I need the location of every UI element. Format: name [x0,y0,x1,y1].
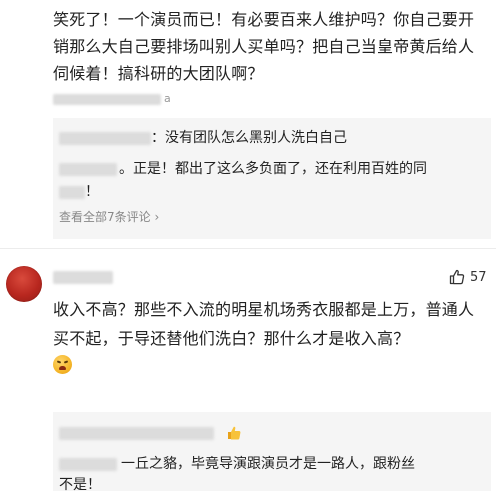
avatar[interactable] [6,266,42,302]
reply-item: 。正是！都出了这么多负面了，还在利用百姓的同 [59,158,427,180]
view-all-label: 查看全部7条评论 [59,210,151,224]
reply-item-continued: 不是！ [59,477,101,491]
reply-text: 。正是！都出了这么多负面了，还在利用百姓的同 [119,161,427,177]
blurred-username[interactable] [59,131,151,145]
view-all-replies-link[interactable]: 查看全部7条评论 › [59,209,159,225]
thumbs-up-emoji-icon [228,426,241,440]
meta-tail: a [164,92,171,105]
blurred-username[interactable] [59,457,117,471]
blurred-timestamp [53,93,161,105]
like-button[interactable]: 57 [449,269,487,285]
reply-item: 一丘之貉，毕竟导演跟演员才是一路人，跟粉丝 [59,453,415,475]
blurred-username[interactable] [53,271,113,284]
comment-meta: a [53,92,171,106]
reply-text: ！ [85,184,99,200]
angry-face-emoji-icon [53,355,72,374]
thumbs-up-outline-icon [449,269,465,285]
reply-item-continued: ！ [59,181,99,203]
comment-text: 笑死了！一个演员而已！有必要百来人维护吗？你自己要开销那么大自己要排场叫别人买单… [53,10,475,83]
comment-divider [0,248,496,249]
reply-text: 一丘之貉，毕竟导演跟演员才是一路人，跟粉丝 [121,456,415,472]
blurred-username[interactable] [59,426,214,440]
blurred-text [59,185,85,199]
reply-item-header [59,422,242,444]
reply-text: ：没有团队怎么黑别人洗白自己 [151,130,347,146]
comment-text: 收入不高？那些不入流的明星机场秀衣服都是上万，普通人买不起，于导还替他们洗白？那… [53,300,475,348]
reply-thread: 一丘之貉，毕竟导演跟演员才是一路人，跟粉丝 不是！ [53,412,491,491]
chevron-right-icon: › [154,210,160,224]
blurred-username[interactable] [59,162,117,176]
reply-item: ：没有团队怎么黑别人洗白自己 [59,127,347,149]
like-count: 57 [470,269,487,285]
reply-thread: ：没有团队怎么黑别人洗白自己 。正是！都出了这么多负面了，还在利用百姓的同 ！ … [53,118,491,239]
